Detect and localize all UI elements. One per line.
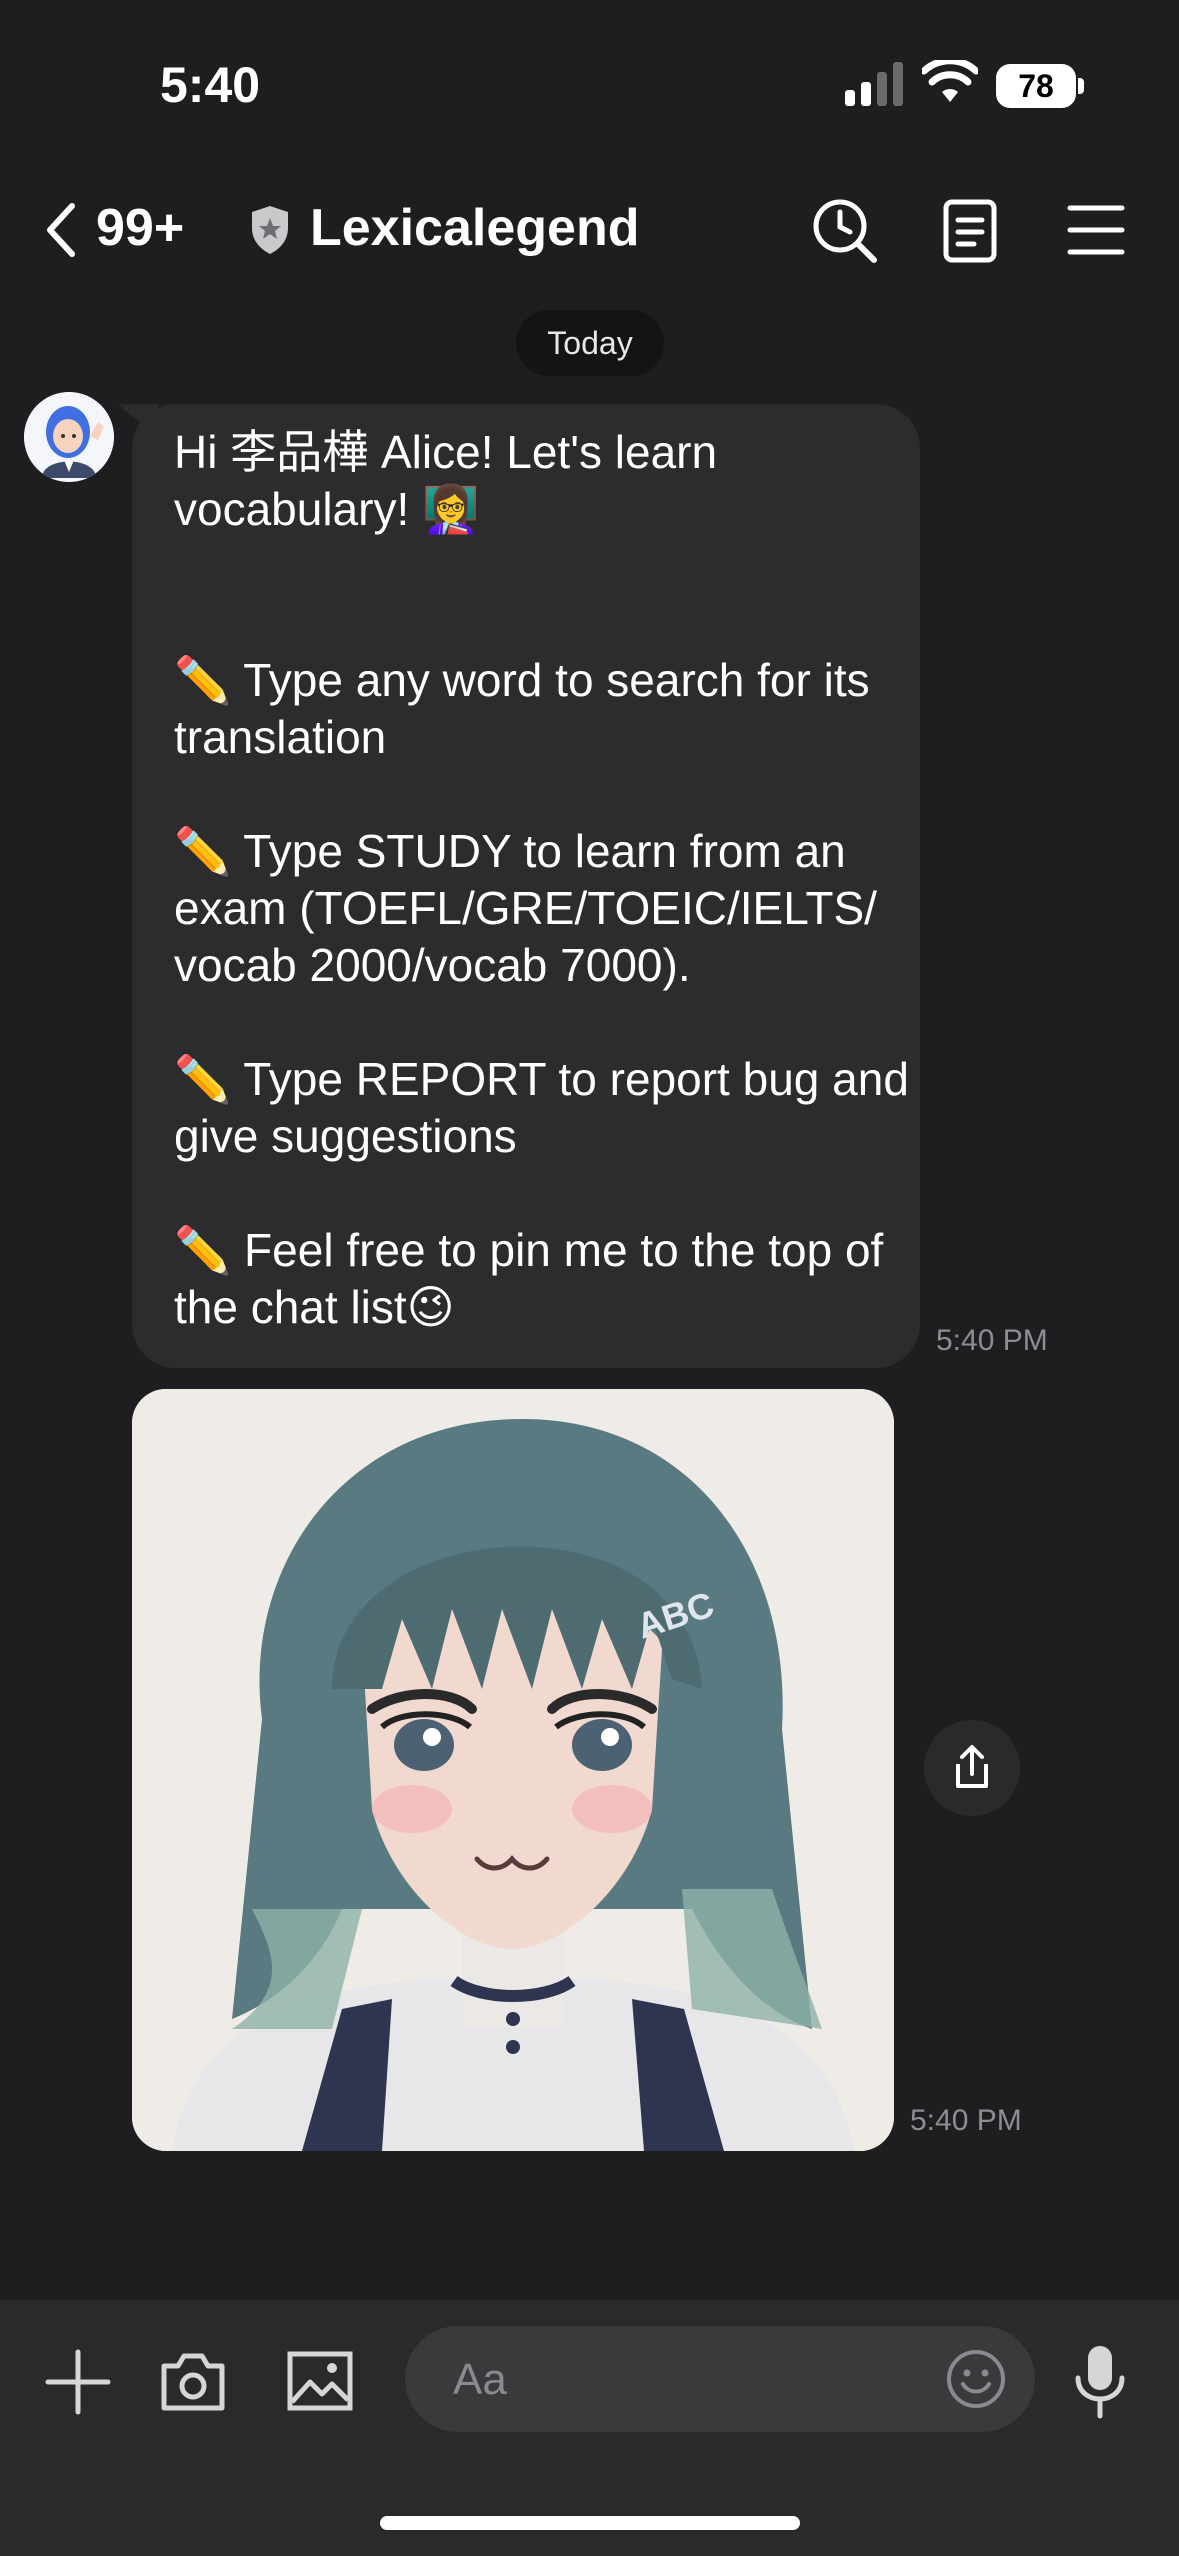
chat-header: 99+ Lexicalegend: [0, 170, 1179, 290]
anime-girl-illustration: ABC: [132, 1389, 894, 2151]
share-icon: [956, 1745, 988, 1788]
share-button[interactable]: [924, 1720, 1020, 1816]
search-history-icon[interactable]: [808, 194, 880, 266]
menu-icon[interactable]: [1060, 194, 1132, 266]
unread-count[interactable]: 99+: [96, 198, 184, 258]
battery-tip: [1078, 78, 1084, 94]
date-separator: Today: [516, 310, 664, 376]
message-input[interactable]: [405, 2326, 1035, 2434]
battery-indicator: 78: [996, 64, 1076, 108]
status-time: 5:40: [160, 57, 261, 113]
microphone-icon[interactable]: [1072, 2344, 1128, 2420]
plus-icon[interactable]: [44, 2348, 112, 2416]
signal-icon: [845, 62, 903, 106]
status-bar: 5:40 78: [0, 0, 1179, 170]
home-indicator: [380, 2516, 800, 2530]
bot-avatar[interactable]: [24, 392, 114, 482]
message-text-field[interactable]: [451, 2326, 915, 2434]
camera-icon[interactable]: [158, 2348, 228, 2414]
shield-icon: [252, 206, 288, 254]
message-text: Hi 李品樺 Alice! Let's learn vocabulary! 👩‍…: [174, 426, 909, 1333]
image-timestamp: 5:40 PM: [910, 2104, 1022, 2137]
emoji-icon[interactable]: [945, 2348, 1007, 2410]
image-message[interactable]: ABC: [132, 1389, 894, 2151]
chevron-left-icon[interactable]: [40, 200, 80, 260]
message-timestamp: 5:40 PM: [936, 1324, 1048, 1357]
chat-title[interactable]: Lexicalegend: [310, 198, 639, 258]
notes-icon[interactable]: [934, 194, 1006, 266]
gallery-icon[interactable]: [286, 2348, 354, 2414]
wifi-icon: [922, 60, 978, 102]
